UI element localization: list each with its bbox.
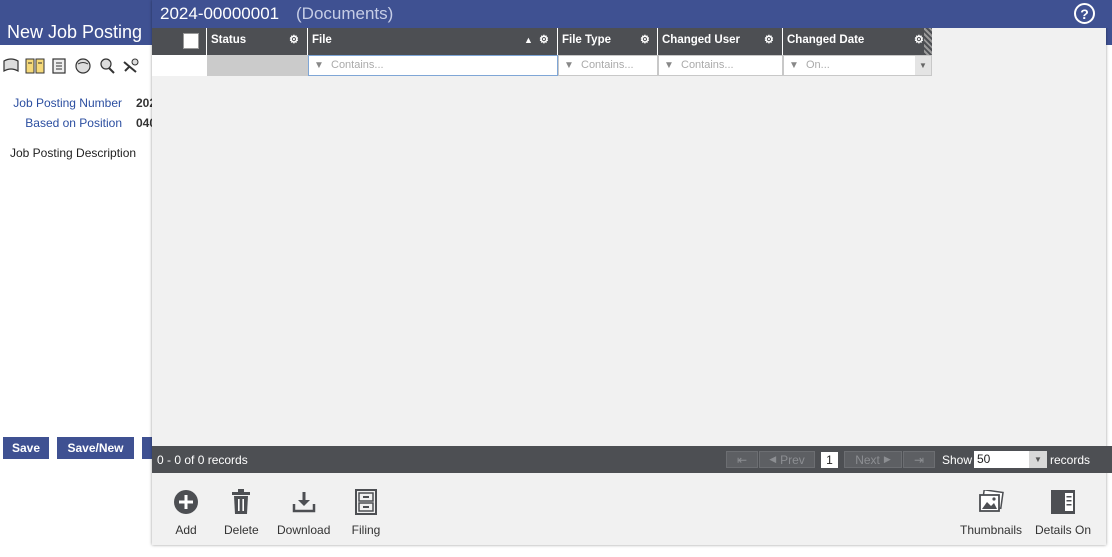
chevron-down-icon[interactable]: ▼ [1029, 451, 1047, 468]
thumbnails-button[interactable]: Thumbnails [960, 487, 1022, 537]
trash-icon [226, 487, 256, 517]
column-header-changed-user[interactable]: Changed User ⚙ [658, 28, 783, 55]
filter-changed-date-input[interactable]: ▼ On... ▼ [783, 55, 932, 76]
delete-button[interactable]: Delete [224, 487, 259, 537]
details-on-button[interactable]: Details On [1035, 487, 1091, 537]
column-header-file[interactable]: File ▲ ⚙ [308, 28, 558, 55]
field-value-based-on-position: 040 [136, 116, 152, 130]
next-arrow-icon: ▶ [883, 454, 891, 464]
last-page-icon: ⇥ [913, 452, 925, 467]
partial-button[interactable] [142, 437, 152, 459]
filter-icon: ▼ [564, 60, 574, 71]
gear-icon[interactable]: ⚙ [539, 35, 550, 46]
documents-dialog: 2024-00000001 (Documents) ? Status ⚙ Fil… [152, 0, 1112, 545]
page-size-select[interactable]: 50 [974, 451, 1030, 468]
thumbnails-label: Thumbnails [960, 523, 1023, 537]
dialog-subtitle: (Documents) [296, 4, 394, 23]
plus-circle-icon [171, 487, 201, 517]
field-label-job-posting-number: Job Posting Number [13, 96, 122, 110]
pager-bar: 0 - 0 of 0 records ⇤ ◀ Prev 1 Next ▶ ⇥ S… [152, 446, 1112, 473]
prev-arrow-icon: ◀ [769, 454, 777, 464]
column-resize-handle[interactable] [924, 28, 932, 55]
column-header-file-type[interactable]: File Type ⚙ [558, 28, 658, 55]
filter-changed-user-input[interactable]: ▼ Contains... [658, 55, 783, 76]
details-on-label: Details On [1035, 523, 1092, 537]
download-button[interactable]: Download [277, 487, 330, 537]
filter-cell-select [152, 55, 207, 76]
last-page-button[interactable]: ⇥ [903, 451, 935, 468]
save-button[interactable]: Save [3, 437, 49, 459]
first-page-button[interactable]: ⇤ [726, 451, 758, 468]
select-all-column [152, 28, 207, 55]
filter-row: ▼ Contains... ▼ Contains... ▼ Contains..… [152, 55, 932, 76]
dialog-title-bar: 2024-00000001 (Documents) ? [152, 0, 1112, 28]
select-all-checkbox[interactable] [183, 33, 199, 49]
filing-button[interactable]: Filing [351, 487, 381, 537]
globe-icon[interactable] [72, 55, 94, 77]
details-panel-icon [1048, 487, 1078, 517]
filing-cabinet-icon [351, 487, 381, 517]
page-title: New Job Posting [7, 22, 143, 42]
job-posting-description-label: Job Posting Description [10, 146, 137, 160]
chevron-down-icon[interactable]: ▼ [915, 56, 931, 75]
grid-body [152, 76, 1106, 446]
current-page[interactable]: 1 [821, 452, 838, 468]
next-label: Next [855, 452, 880, 467]
delete-label: Delete [224, 523, 259, 537]
filter-file-input[interactable]: ▼ Contains... [308, 55, 558, 76]
filter-changed-date-placeholder: On... [806, 59, 830, 71]
app-window: New Job Posting Job Posting Number 2024 … [0, 0, 1112, 557]
prev-page-button[interactable]: ◀ Prev [759, 451, 815, 468]
first-page-icon: ⇤ [736, 452, 748, 467]
filter-changed-user-placeholder: Contains... [681, 59, 734, 71]
filter-file-type-placeholder: Contains... [581, 59, 634, 71]
next-page-button[interactable]: Next ▶ [844, 451, 902, 468]
show-label: Show [942, 453, 973, 467]
download-icon [289, 487, 319, 517]
record-count: 0 - 0 of 0 records [157, 453, 248, 467]
filter-icon: ▼ [314, 60, 324, 71]
column-label-file: File [312, 34, 332, 46]
sort-ascending-icon[interactable]: ▲ [524, 35, 533, 45]
tools-icon[interactable] [120, 55, 142, 77]
records-label: records [1050, 453, 1091, 467]
filter-file-type-input[interactable]: ▼ Contains... [558, 55, 658, 76]
save-new-button[interactable]: Save/New [57, 437, 134, 459]
user-search-icon[interactable] [96, 55, 118, 77]
download-label: Download [277, 523, 331, 537]
column-label-changed-date: Changed Date [787, 34, 865, 46]
filter-icon: ▼ [789, 60, 799, 71]
record-toolbar [0, 55, 152, 79]
field-value-job-posting-number: 2024 [136, 96, 152, 110]
field-label-based-on-position: Based on Position [25, 116, 122, 130]
add-button[interactable]: Add [171, 487, 201, 537]
prev-label: Prev [780, 452, 805, 467]
column-label-changed-user: Changed User [662, 34, 740, 46]
add-label: Add [175, 523, 197, 537]
document-icon[interactable] [48, 55, 70, 77]
book-icon[interactable] [24, 55, 46, 77]
scroll-icon[interactable] [0, 55, 22, 77]
action-bar: Add Delete Download Filing Thumbnails De… [152, 473, 1106, 545]
column-label-file-type: File Type [562, 34, 611, 46]
help-icon[interactable]: ? [1074, 3, 1095, 24]
filter-file-placeholder: Contains... [331, 59, 384, 71]
gear-icon[interactable]: ⚙ [640, 35, 651, 46]
column-header-status[interactable]: Status ⚙ [207, 28, 308, 55]
filter-icon: ▼ [664, 60, 674, 71]
thumbnails-icon [976, 487, 1006, 517]
filter-cell-status [207, 55, 308, 76]
filing-label: Filing [351, 523, 381, 537]
column-header-changed-date[interactable]: Changed Date ⚙ [783, 28, 932, 55]
column-label-status: Status [211, 34, 247, 46]
gear-icon[interactable]: ⚙ [764, 35, 775, 46]
dialog-record-number: 2024-00000001 [160, 4, 280, 23]
gear-icon[interactable]: ⚙ [289, 35, 300, 46]
grid-header: Status ⚙ File ▲ ⚙ File Type ⚙ Changed Us… [152, 28, 932, 55]
